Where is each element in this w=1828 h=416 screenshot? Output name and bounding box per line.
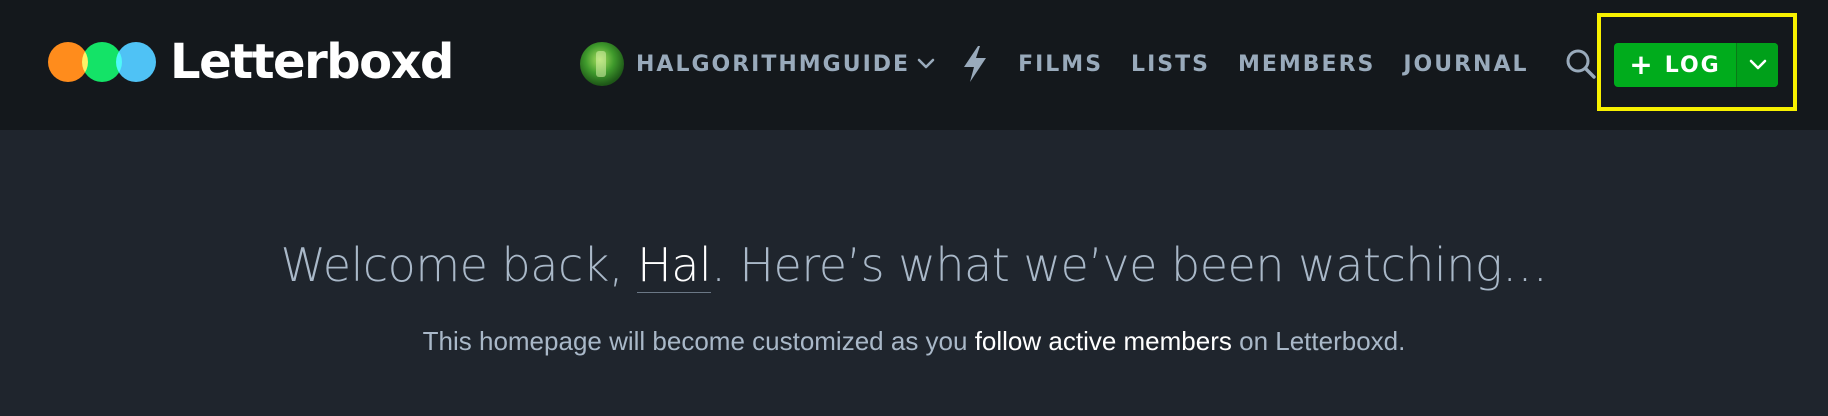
- plus-icon: +: [1629, 48, 1655, 81]
- nav-lists[interactable]: LISTS: [1131, 52, 1210, 77]
- avatar[interactable]: [580, 42, 624, 86]
- welcome-subline: This homepage will become customized as …: [0, 326, 1828, 357]
- logo-dots-icon: [48, 42, 156, 82]
- chevron-down-icon: [1749, 59, 1766, 70]
- profile-link[interactable]: Hal: [637, 238, 712, 293]
- log-button-group: + LOG: [1614, 43, 1778, 87]
- follow-members-link[interactable]: follow active members: [975, 326, 1232, 356]
- nav-members[interactable]: MEMBERS: [1238, 52, 1375, 77]
- welcome-prefix: Welcome back,: [280, 238, 638, 292]
- blue-dot: [116, 42, 156, 82]
- logo-wordmark: Letterboxd: [170, 34, 454, 90]
- search-icon[interactable]: [1565, 48, 1597, 80]
- subline-prefix: This homepage will become customized as …: [422, 326, 975, 356]
- welcome-heading: Welcome back, Hal. Here’s what we’ve bee…: [0, 238, 1828, 293]
- site-header: Letterboxd HALGORITHMGUIDE FILMS LISTS M…: [0, 0, 1828, 130]
- log-options-button[interactable]: [1737, 43, 1778, 87]
- log-button[interactable]: + LOG: [1614, 43, 1736, 87]
- subline-suffix: on Letterboxd.: [1231, 326, 1406, 356]
- welcome-suffix: . Here’s what we’ve been watching…: [711, 238, 1548, 292]
- main-nav: HALGORITHMGUIDE FILMS LISTS MEMBERS JOUR…: [580, 38, 1597, 90]
- nav-links: FILMS LISTS MEMBERS JOURNAL: [1018, 52, 1528, 77]
- log-label: LOG: [1664, 52, 1721, 78]
- letterboxd-logo[interactable]: Letterboxd: [48, 30, 454, 94]
- nav-journal[interactable]: JOURNAL: [1403, 52, 1528, 77]
- lightning-bolt-icon[interactable]: [962, 44, 992, 84]
- user-menu-label[interactable]: HALGORITHMGUIDE: [636, 52, 910, 77]
- chevron-down-icon[interactable]: [916, 54, 936, 74]
- nav-films[interactable]: FILMS: [1018, 52, 1103, 77]
